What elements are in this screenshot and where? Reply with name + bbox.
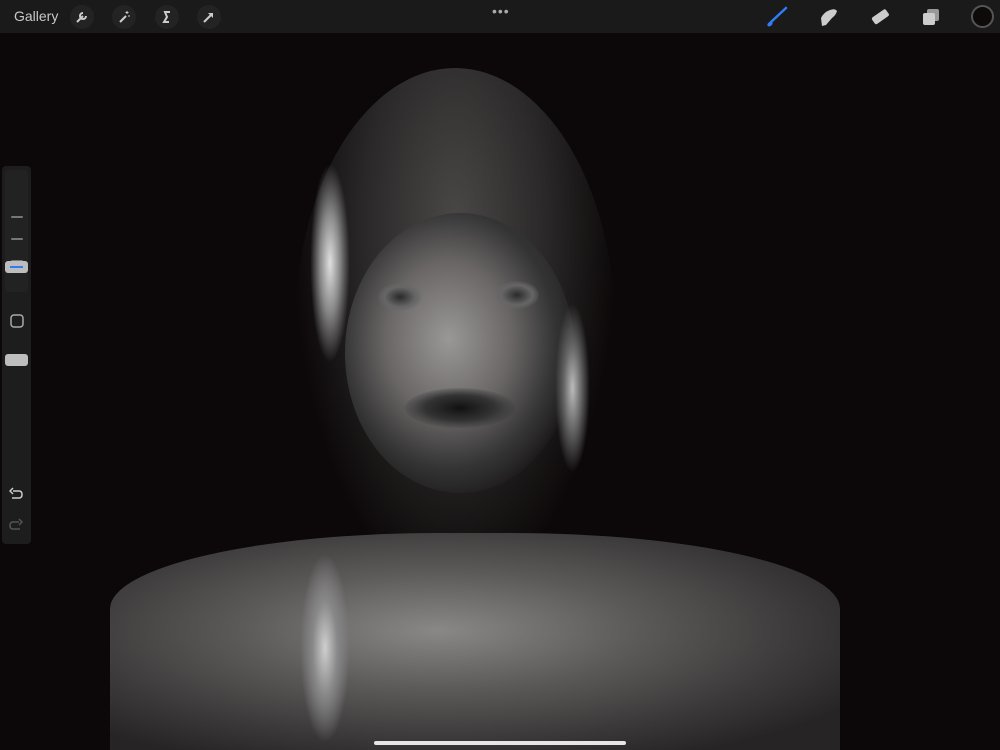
magic-wand-icon[interactable] <box>112 5 136 29</box>
opacity-slider[interactable] <box>5 300 28 476</box>
painting-hair-highlight <box>310 163 350 363</box>
brush-size-slider[interactable] <box>5 170 28 292</box>
eraser-icon[interactable] <box>869 7 891 32</box>
wrench-icon[interactable] <box>70 5 94 29</box>
painting-mouth <box>405 388 515 428</box>
brush-icon[interactable] <box>765 6 789 33</box>
undo-icon[interactable] <box>8 487 23 506</box>
size-tick <box>11 238 23 240</box>
home-indicator[interactable] <box>374 741 626 745</box>
layers-icon[interactable] <box>921 7 941 32</box>
painting-hair-highlight <box>300 553 350 743</box>
size-tick <box>11 216 23 218</box>
top-toolbar: Gallery ••• <box>0 0 1000 33</box>
smudge-icon[interactable] <box>818 6 840 33</box>
painting-shoulders <box>110 533 840 750</box>
gallery-button[interactable]: Gallery <box>14 8 58 24</box>
color-icon[interactable] <box>971 5 994 28</box>
redo-icon[interactable] <box>9 518 24 537</box>
painting-eye <box>378 283 422 311</box>
painting-eye <box>495 281 539 309</box>
brush-size-thumb[interactable] <box>5 261 28 274</box>
painting-hair-highlight <box>555 303 590 473</box>
painting-face <box>345 213 575 493</box>
opacity-thumb[interactable] <box>5 354 28 367</box>
transform-arrow-icon[interactable] <box>197 5 221 29</box>
more-actions-button[interactable]: ••• <box>492 3 510 19</box>
drawing-canvas[interactable] <box>0 33 1000 750</box>
sidebar <box>2 166 31 544</box>
selection-s-icon[interactable] <box>155 5 179 29</box>
